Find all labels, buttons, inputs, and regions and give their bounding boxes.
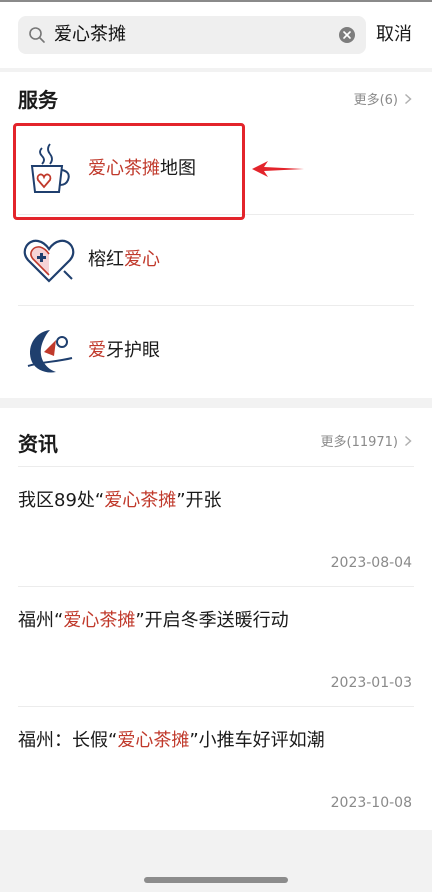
section-title-news: 资讯 — [18, 432, 58, 456]
annotation-highlight-box — [13, 123, 245, 220]
news-more-link[interactable]: 更多(11971) — [321, 431, 413, 450]
news-date: 2023-08-04 — [330, 555, 412, 571]
search-header: 爱心茶摊 取消 — [0, 0, 432, 68]
services-section: 服务 更多(6) 爱心茶摊地图 榕红爱心 爱牙护眼 — [0, 72, 432, 398]
service-item-aiya-huyan[interactable]: 爱牙护眼 — [0, 306, 432, 397]
chevron-right-icon — [404, 435, 412, 446]
service-label: 榕红爱心 — [88, 249, 160, 270]
service-label: 爱牙护眼 — [88, 340, 160, 361]
clear-icon[interactable] — [338, 26, 356, 44]
news-date: 2023-01-03 — [330, 675, 412, 691]
news-title: 福州“爱心茶摊”开启冬季送暖行动 — [18, 610, 289, 631]
news-item[interactable]: 福州“爱心茶摊”开启冬季送暖行动 2023-01-03 — [0, 587, 432, 707]
news-item[interactable]: 福州：长假“爱心茶摊”小推车好评如潮 2023-10-08 — [0, 707, 432, 827]
chevron-right-icon — [404, 93, 412, 104]
service-item-ronghong-aixin[interactable]: 榕红爱心 — [0, 215, 432, 306]
news-section: 资讯 更多(11971) 我区89处“爱心茶摊”开张 2023-08-04 福州… — [0, 408, 432, 830]
more-label: 更多(6) — [353, 93, 398, 108]
annotation-arrow-icon — [252, 161, 304, 177]
more-label: 更多(11971) — [320, 435, 399, 450]
news-title: 福州：长假“爱心茶摊”小推车好评如潮 — [18, 730, 325, 751]
heart-medical-icon — [23, 239, 75, 283]
news-title: 我区89处“爱心茶摊”开张 — [18, 490, 222, 511]
search-input[interactable]: 爱心茶摊 — [18, 16, 366, 54]
section-title-services: 服务 — [18, 88, 58, 112]
news-date: 2023-10-08 — [330, 795, 412, 811]
search-icon — [29, 27, 45, 43]
search-query-text: 爱心茶摊 — [54, 24, 126, 45]
moon-sail-logo-icon — [27, 330, 73, 373]
cancel-button[interactable]: 取消 — [376, 24, 412, 46]
services-more-link[interactable]: 更多(6) — [354, 89, 412, 108]
news-item[interactable]: 我区89处“爱心茶摊”开张 2023-08-04 — [0, 467, 432, 587]
home-indicator[interactable] — [144, 877, 288, 883]
